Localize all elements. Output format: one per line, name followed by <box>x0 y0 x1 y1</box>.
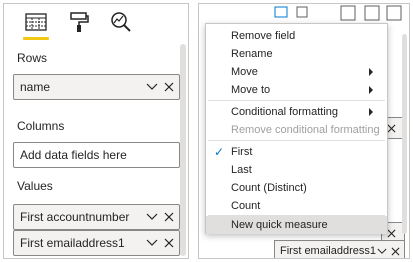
menu-separator <box>208 140 385 141</box>
menu-item-label: Rename <box>231 48 273 60</box>
background-values-field-label: First emailaddress1 <box>280 245 376 257</box>
pane-scrollbar[interactable] <box>180 44 186 256</box>
values-section-title: Values <box>17 179 53 193</box>
menu-item-label: Last <box>231 164 252 176</box>
format-paint-roller-icon <box>70 12 89 32</box>
columns-section-title: Columns <box>17 119 65 133</box>
close-icon[interactable] <box>387 124 396 133</box>
submenu-arrow-icon <box>369 68 373 76</box>
values-field-label: First accountnumber <box>20 210 130 224</box>
submenu-arrow-icon <box>369 108 373 116</box>
rows-field-label: name <box>20 80 51 94</box>
menu-item-last[interactable]: Last <box>206 161 387 179</box>
close-icon[interactable] <box>162 210 176 224</box>
tab-format[interactable] <box>64 8 94 36</box>
pane-tab-bar <box>4 4 188 42</box>
chevron-down-icon[interactable] <box>145 80 159 94</box>
menu-separator <box>208 100 385 101</box>
analytics-magnifier-icon <box>111 12 131 32</box>
chevron-down-icon[interactable] <box>145 236 159 250</box>
tab-fields[interactable] <box>21 8 51 40</box>
menu-item-count[interactable]: Count <box>206 197 387 215</box>
menu-item-label: Conditional formatting <box>231 106 339 118</box>
menu-item-label: First <box>231 146 253 158</box>
fields-icon <box>25 13 47 31</box>
menu-item-label: Remove field <box>231 30 296 42</box>
field-context-menu: Remove field Rename Move Move to Conditi… <box>205 23 388 234</box>
chevron-down-icon[interactable] <box>377 248 387 255</box>
menu-item-new-quick-measure[interactable]: New quick measure <box>206 216 387 234</box>
menu-item-label: Count (Distinct) <box>231 182 307 194</box>
menu-item-label: Move to <box>231 84 271 96</box>
values-field-label: First emailaddress1 <box>20 236 125 250</box>
menu-item-label: Count <box>231 200 261 212</box>
submenu-arrow-icon <box>369 86 373 94</box>
menu-item-label: Move <box>231 66 258 78</box>
menu-item-remove-conditional-formatting: Remove conditional formatting <box>206 121 387 139</box>
menu-item-conditional-formatting[interactable]: Conditional formatting <box>206 103 387 121</box>
values-well-field[interactable]: First emailaddress1 <box>13 230 180 256</box>
menu-item-first[interactable]: ✓ First <box>206 143 387 161</box>
tab-analytics[interactable] <box>106 8 136 36</box>
visualizations-fields-pane: Rows name Columns Add data fields here V… <box>3 3 189 259</box>
menu-item-move-to[interactable]: Move to <box>206 81 387 99</box>
pane-scrollbar[interactable] <box>402 34 407 234</box>
close-icon[interactable] <box>391 247 400 256</box>
menu-item-move[interactable]: Move <box>206 63 387 81</box>
chevron-down-icon[interactable] <box>145 210 159 224</box>
checkmark-icon: ✓ <box>214 145 225 159</box>
close-icon[interactable] <box>162 80 176 94</box>
menu-item-label: Remove conditional formatting <box>231 124 380 136</box>
menu-item-label: New quick measure <box>231 219 328 231</box>
columns-drop-zone[interactable]: Add data fields here <box>13 142 180 168</box>
background-values-well-field[interactable]: First emailaddress1 <box>274 240 405 258</box>
menu-item-count-distinct[interactable]: Count (Distinct) <box>206 179 387 197</box>
rows-section-title: Rows <box>17 51 48 65</box>
rows-well-field[interactable]: name <box>13 74 180 100</box>
close-icon[interactable] <box>387 229 396 238</box>
menu-item-remove-field[interactable]: Remove field <box>206 27 387 45</box>
columns-placeholder: Add data fields here <box>20 148 127 162</box>
menu-item-rename[interactable]: Rename <box>206 45 387 63</box>
close-icon[interactable] <box>162 236 176 250</box>
toolbar-icons <box>274 5 402 21</box>
values-well-field[interactable]: First accountnumber <box>13 204 180 230</box>
